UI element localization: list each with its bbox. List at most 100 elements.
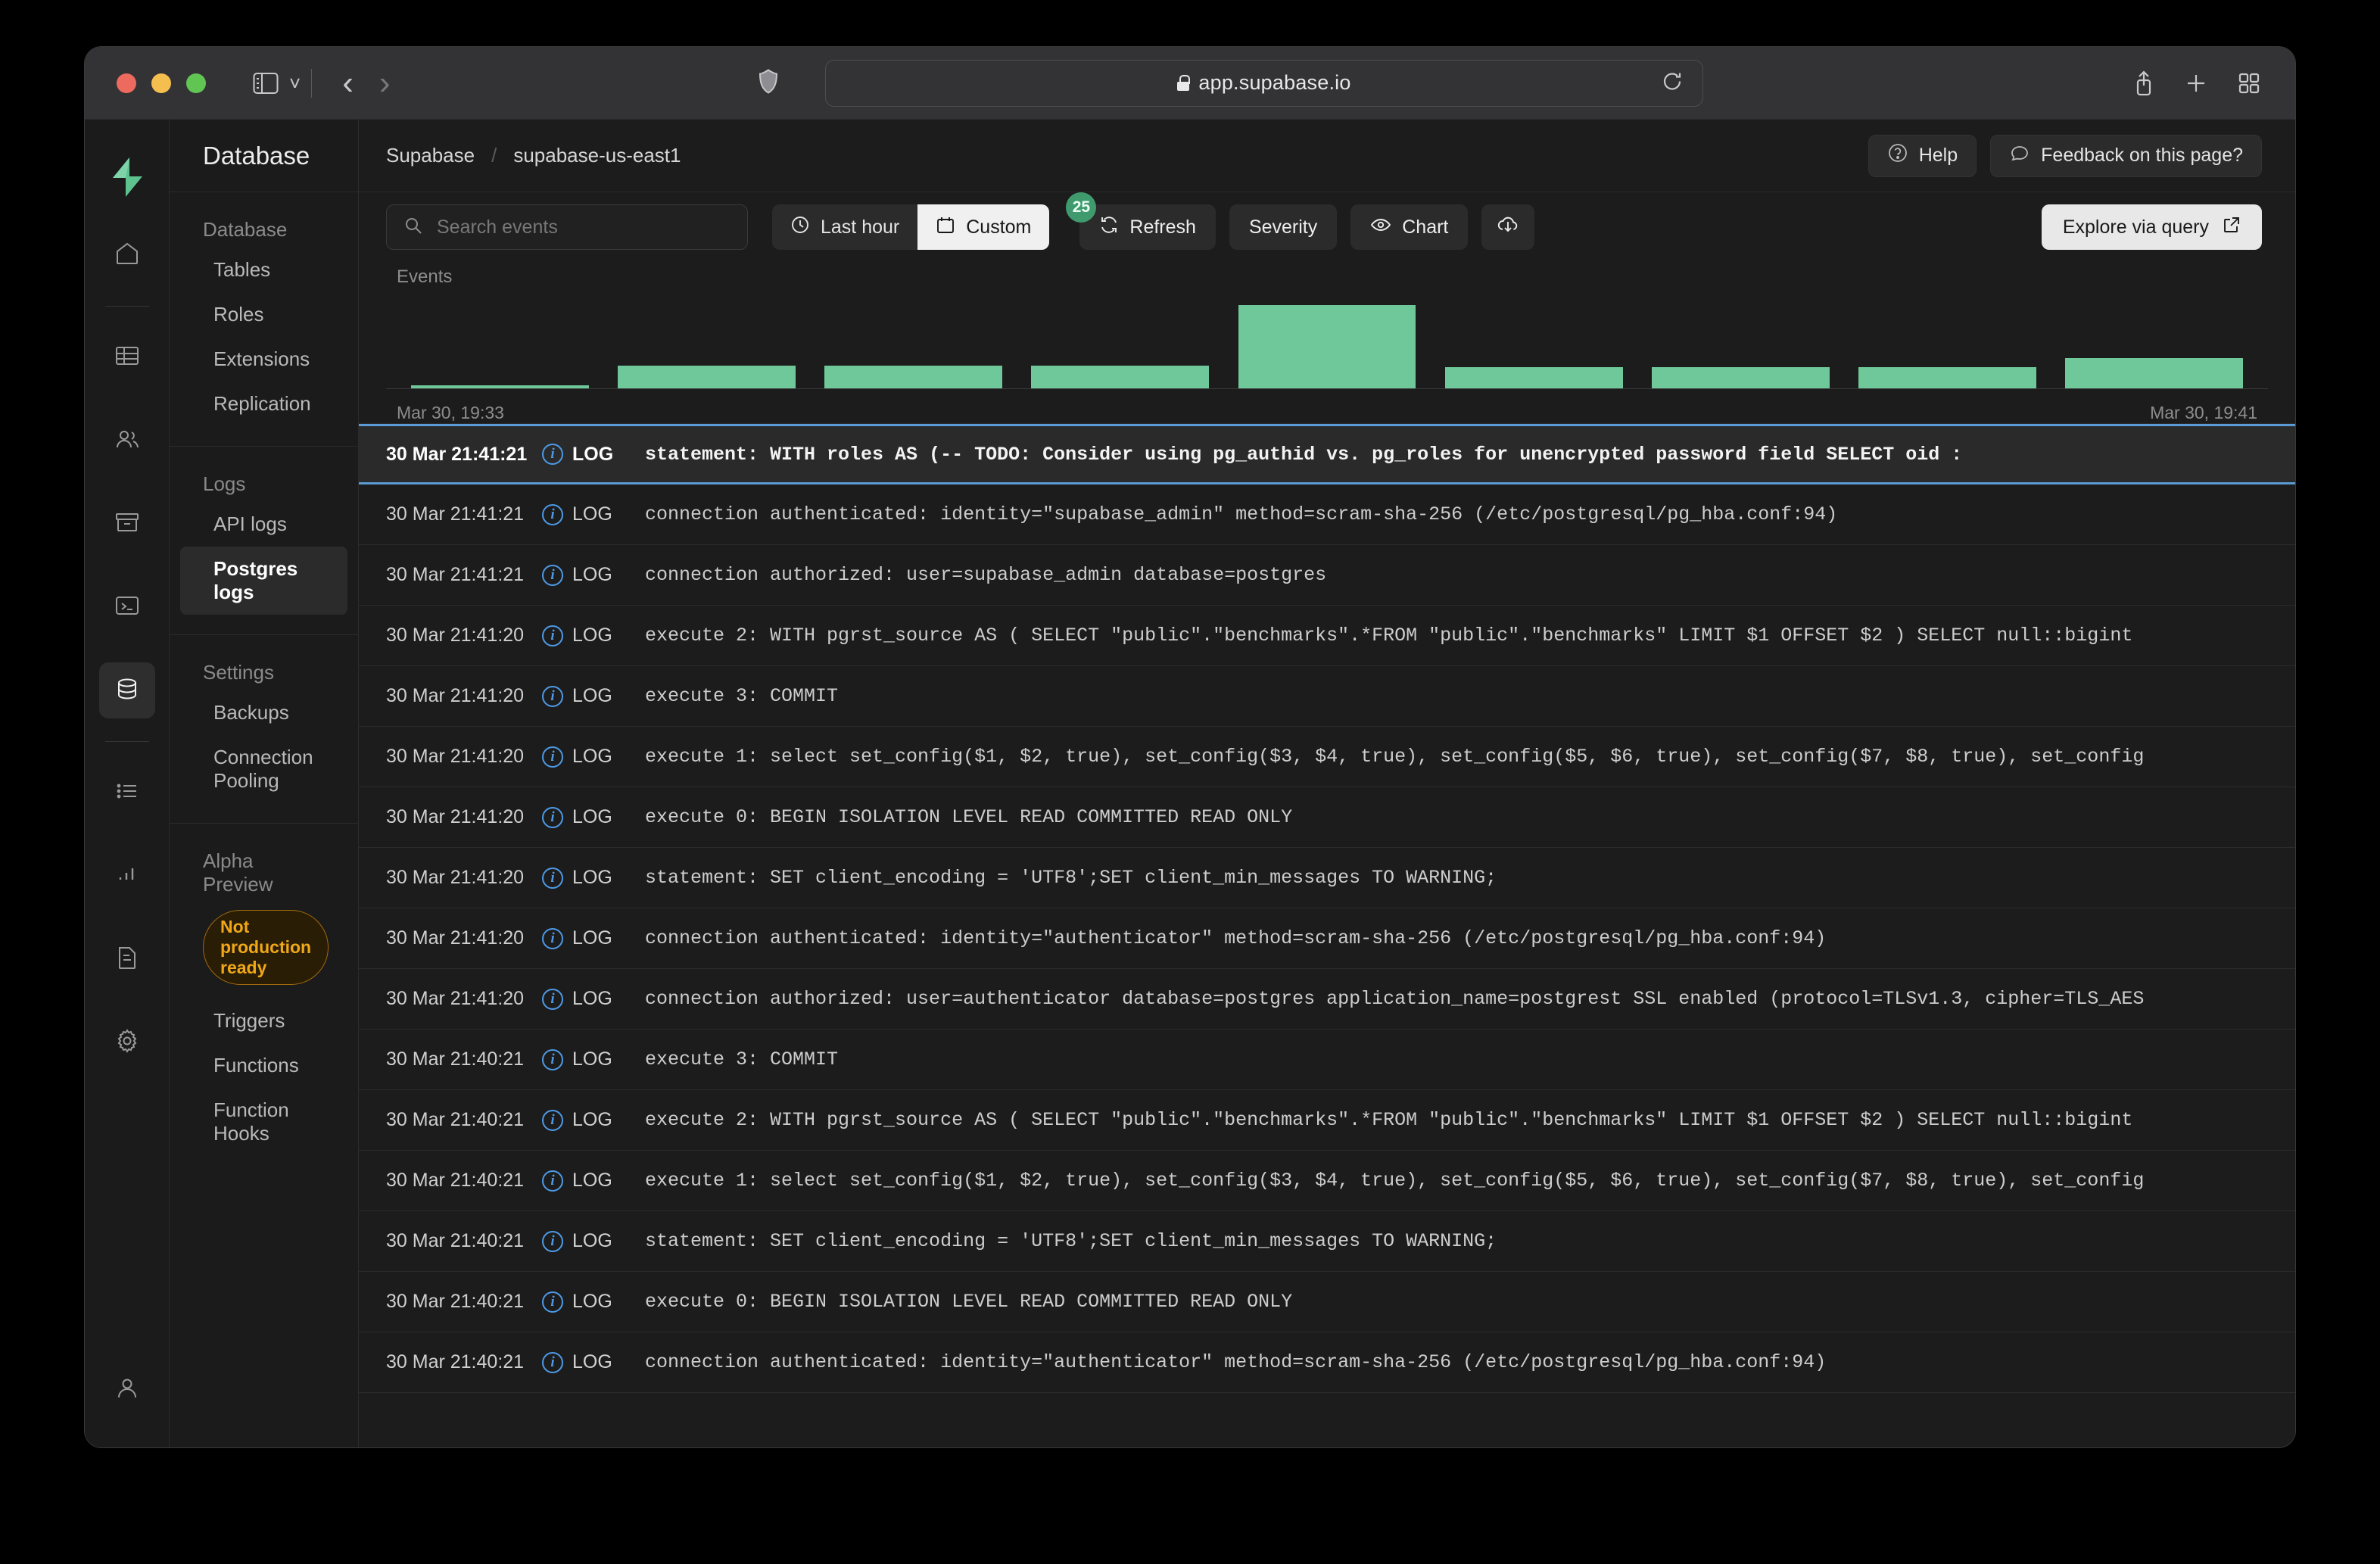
range-last-hour-button[interactable]: Last hour	[772, 204, 917, 250]
account-icon	[114, 1375, 140, 1404]
table-row[interactable]: 30 Mar 21:40:21 i LOG execute 3: COMMIT	[359, 1030, 2295, 1090]
chart-bar-slot[interactable]	[810, 298, 1017, 388]
shield-icon[interactable]	[759, 68, 778, 98]
info-icon: i	[542, 746, 563, 768]
chart-bar	[2065, 357, 2243, 388]
table-row[interactable]: 30 Mar 21:41:21 i LOG connection authorized…	[359, 545, 2295, 606]
sidebar-item-functions[interactable]: Functions	[180, 1043, 347, 1088]
help-button[interactable]: Help	[1868, 134, 1977, 177]
sidebar-item-triggers[interactable]: Triggers	[180, 999, 347, 1043]
reload-icon[interactable]	[1662, 70, 1683, 96]
table-row[interactable]: 30 Mar 21:41:21 i LOG statement: WITH roles…	[359, 424, 2295, 484]
chart-bar-slot[interactable]	[1223, 298, 1430, 388]
table-row[interactable]: 30 Mar 21:41:21 i LOG connection authentica…	[359, 484, 2295, 545]
chart-bar-slot[interactable]	[397, 298, 603, 388]
sidebar-group-label: Logs	[203, 472, 246, 495]
chart-bar-slot[interactable]	[603, 298, 810, 388]
severity-label: Severity	[1248, 216, 1318, 238]
log-severity-label: LOG	[572, 1048, 612, 1070]
chart-bar-slot[interactable]	[1637, 298, 1844, 388]
chart-bar-slot[interactable]	[1844, 298, 2051, 388]
log-severity-label: LOG	[572, 1170, 612, 1191]
log-severity-label: LOG	[572, 867, 612, 888]
table-row[interactable]: 30 Mar 21:41:20 i LOG connection authorized…	[359, 969, 2295, 1030]
logs-table[interactable]: 30 Mar 21:41:21 i LOG statement: WITH roles…	[359, 423, 2295, 1447]
plus-icon[interactable]	[2185, 72, 2207, 95]
rail-item-table-editor[interactable]	[99, 329, 155, 385]
close-window-button[interactable]	[117, 73, 136, 93]
share-icon[interactable]	[2133, 70, 2154, 96]
table-row[interactable]: 30 Mar 21:40:21 i LOG execute 0: BEGIN ISOL…	[359, 1272, 2295, 1332]
log-message: connection authenticated: identity="auth…	[645, 1351, 1827, 1373]
table-row[interactable]: 30 Mar 21:41:20 i LOG execute 3: COMMIT	[359, 666, 2295, 727]
url-text-wrapper: app.supabase.io	[1177, 71, 1350, 95]
range-custom-button[interactable]: Custom	[917, 204, 1050, 250]
table-row[interactable]: 30 Mar 21:41:20 i LOG connection authentica…	[359, 908, 2295, 969]
rail-item-docs[interactable]	[99, 931, 155, 987]
rail-item-storage[interactable]	[99, 496, 155, 552]
sidebar-item-function-hooks[interactable]: Function Hooks	[180, 1088, 347, 1156]
table-row[interactable]: 30 Mar 21:41:20 i LOG execute 1: select set…	[359, 727, 2295, 787]
chart-bar-slot[interactable]	[1017, 298, 1223, 388]
sidebar-item-extensions[interactable]: Extensions	[180, 337, 347, 382]
help-label: Help	[1918, 145, 1958, 166]
rail-item-database[interactable]	[98, 662, 155, 718]
chart-bar	[1238, 304, 1416, 388]
feedback-button[interactable]: Feedback on this page?	[1990, 134, 2262, 177]
search-input[interactable]	[437, 216, 731, 238]
rail-item-reports[interactable]	[99, 848, 155, 904]
forward-arrow-icon[interactable]: ›	[379, 66, 391, 100]
rail-item-settings[interactable]	[99, 1014, 155, 1070]
minimize-window-button[interactable]	[151, 73, 171, 93]
maximize-window-button[interactable]	[186, 73, 206, 93]
table-row[interactable]: 30 Mar 21:40:21 i LOG execute 1: select set…	[359, 1151, 2295, 1211]
back-arrow-icon[interactable]: ‹	[342, 66, 354, 100]
chart-bar-slot[interactable]	[2051, 298, 2257, 388]
breadcrumb-org[interactable]: Supabase	[386, 144, 475, 167]
refresh-button[interactable]: Refresh	[1079, 204, 1216, 250]
log-timestamp: 30 Mar 21:41:20	[386, 927, 525, 949]
sidebar-item-replication[interactable]: Replication	[180, 382, 347, 426]
table-row[interactable]: 30 Mar 21:41:20 i LOG execute 0: BEGIN ISOL…	[359, 787, 2295, 848]
sidebar-item-roles[interactable]: Roles	[180, 292, 347, 337]
chart-bar-slot[interactable]	[1431, 298, 1637, 388]
breadcrumb-project[interactable]: supabase-us-east1	[513, 144, 681, 167]
download-logs-button[interactable]	[1481, 204, 1535, 250]
sidebar-item-connection-pooling[interactable]: Connection Pooling	[180, 735, 347, 803]
rail-item-account[interactable]	[99, 1361, 155, 1417]
rail-item-home[interactable]	[99, 227, 155, 283]
table-row[interactable]: 30 Mar 21:40:21 i LOG connection authentica…	[359, 1332, 2295, 1393]
rail-item-authentication[interactable]	[99, 413, 155, 469]
main-content: Supabase / supabase-us-east1 Help Feedba…	[359, 120, 2295, 1447]
rail-divider	[104, 306, 149, 307]
log-severity-label: LOG	[572, 1351, 612, 1372]
rail-item-logs[interactable]	[99, 765, 155, 821]
explore-via-query-button[interactable]: Explore via query	[2041, 204, 2262, 250]
rail-item-sql-editor[interactable]	[99, 579, 155, 635]
external-link-icon	[2223, 216, 2241, 239]
chat-bubble-icon	[2009, 142, 2030, 169]
chevron-down-icon[interactable]: ˅	[289, 73, 301, 93]
sidebar-item-tables[interactable]: Tables	[180, 248, 347, 292]
sidebar-item-api-logs[interactable]: API logs	[180, 502, 347, 547]
address-bar[interactable]: app.supabase.io	[825, 59, 1703, 107]
supabase-logo[interactable]	[110, 141, 145, 213]
table-row[interactable]: 30 Mar 21:40:21 i LOG statement: SET client…	[359, 1211, 2295, 1272]
log-timestamp: 30 Mar 21:40:21	[386, 1048, 525, 1070]
sidebar-toggle-icon[interactable]	[253, 72, 279, 95]
tab-overview-icon[interactable]	[2238, 72, 2260, 95]
log-severity: i LOG	[542, 867, 645, 889]
sidebar-item-postgres-logs[interactable]: Postgres logs	[180, 547, 347, 615]
severity-button[interactable]: Severity	[1229, 204, 1338, 250]
log-severity-label: LOG	[572, 685, 612, 706]
rail-divider-2	[104, 741, 149, 742]
chart-bar	[411, 385, 589, 388]
chart-toggle-button[interactable]: Chart	[1350, 204, 1469, 250]
sidebar-item-backups[interactable]: Backups	[180, 690, 347, 735]
log-message: execute 0: BEGIN ISOLATION LEVEL READ CO…	[645, 1291, 1293, 1313]
search-events-box[interactable]	[386, 204, 748, 250]
table-row[interactable]: 30 Mar 21:40:21 i LOG execute 2: WITH pgrst…	[359, 1090, 2295, 1151]
info-icon: i	[542, 927, 563, 949]
table-row[interactable]: 30 Mar 21:41:20 i LOG execute 2: WITH pgrst…	[359, 606, 2295, 666]
table-row[interactable]: 30 Mar 21:41:20 i LOG statement: SET client…	[359, 848, 2295, 908]
